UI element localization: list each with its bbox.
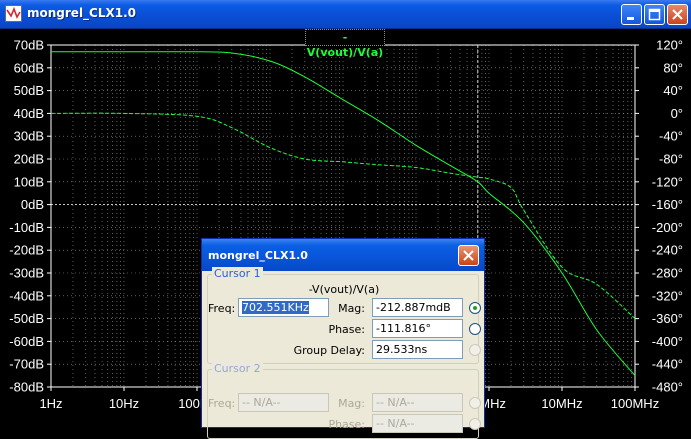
cursor-dialog[interactable]: mongrel_CLX1.0 Cursor 1 -V(vout)/V(a) Fr…: [201, 238, 485, 439]
y-right-tick-label: -440°: [652, 357, 683, 372]
y-left-tick-label: 70dB: [14, 38, 44, 53]
y-left-tick-label: 40dB: [14, 106, 44, 121]
y-left-tick-label: 20dB: [14, 152, 44, 167]
phase-label: Phase:: [328, 323, 365, 336]
x-tick-label: 1Hz: [39, 396, 62, 411]
y-right-tick-label: -240°: [652, 243, 683, 258]
y-left-tick-label: -70dB: [9, 357, 44, 372]
y-right-tick-label: -160°: [652, 197, 683, 212]
mag-label: Mag:: [338, 302, 365, 315]
cursor-2-freq-label: Freq:: [208, 397, 236, 410]
x-tick-label: 100MHz: [611, 396, 659, 411]
cursor-1-trace: -V(vout)/V(a): [308, 283, 380, 296]
cursor-1-title: Cursor 1: [212, 267, 263, 280]
cursor-2-group: Cursor 2 Freq: -- N/A-- Mag: -- N/A-- Ph…: [207, 362, 481, 439]
app-icon: [5, 5, 22, 22]
y-left-tick-label: -10dB: [9, 220, 44, 235]
y-right-tick-label: -280°: [652, 266, 683, 281]
y-right-tick-label: -320°: [652, 288, 683, 303]
window-titlebar[interactable]: mongrel_CLX1.0: [0, 0, 691, 29]
cursor-2-mag-field[interactable]: -- N/A--: [372, 393, 463, 412]
y-right-tick-label: 120°: [656, 38, 683, 53]
cursor-2-title: Cursor 2: [212, 362, 263, 375]
cursor-1-phase-radio[interactable]: [469, 323, 481, 335]
cursor-1-freq-value: 702.551KHz: [242, 301, 309, 314]
y-right-tick-label: 0°: [671, 106, 683, 121]
y-left-tick-label: -30dB: [9, 266, 44, 281]
cursor-1-group-delay-radio[interactable]: [469, 344, 481, 356]
y-left-tick-label: -20dB: [9, 243, 44, 258]
dialog-close-button[interactable]: [458, 245, 479, 266]
y-right-tick-label: -480°: [652, 380, 683, 395]
cursor-2-phase-radio[interactable]: [469, 418, 481, 430]
cursor-2-mag-label: Mag:: [338, 397, 365, 410]
cursor-2-mag-radio[interactable]: [469, 397, 481, 409]
y-left-tick-label: 50dB: [14, 83, 44, 98]
y-right-tick-label: -120°: [652, 174, 683, 189]
y-right-tick-label: -360°: [652, 311, 683, 326]
y-left-tick-label: -60dB: [9, 334, 44, 349]
close-icon: [463, 250, 474, 261]
y-right-tick-label: 80°: [663, 60, 683, 75]
x-tick-label: 10Hz: [109, 396, 139, 411]
y-left-tick-label: 60dB: [14, 60, 44, 75]
maximize-button[interactable]: [644, 4, 665, 25]
window-title: mongrel_CLX1.0: [27, 6, 137, 20]
y-left-tick-label: 10dB: [14, 174, 44, 189]
y-right-tick-label: -80°: [659, 152, 683, 167]
dialog-title: mongrel_CLX1.0: [208, 249, 308, 262]
y-left-tick-label: -40dB: [9, 288, 44, 303]
group-delay-label: Group Delay:: [293, 344, 365, 357]
maximize-icon: [648, 8, 661, 21]
cursor-1-freq-field[interactable]: 702.551KHz: [238, 298, 329, 317]
minimize-icon: [627, 17, 634, 20]
trace-label[interactable]: -V(vout)/V(a): [305, 29, 385, 59]
y-left-tick-label: 0dB: [21, 197, 44, 212]
y-right-tick-label: -400°: [652, 334, 683, 349]
cursor-1-group: Cursor 1 -V(vout)/V(a) Freq: 702.551KHz …: [207, 267, 481, 364]
cursor-1-mag-field[interactable]: -212.887mdB: [372, 298, 463, 317]
y-right-tick-label: -40°: [659, 129, 683, 144]
y-left-tick-label: -80dB: [9, 380, 44, 395]
y-right-tick-label: -200°: [652, 220, 683, 235]
y-left-tick-label: 30dB: [14, 129, 44, 144]
cursor-2-phase-field[interactable]: -- N/A--: [372, 414, 463, 433]
cursor-1-phase-field[interactable]: -111.816°: [372, 319, 463, 338]
y-left-tick-label: -50dB: [9, 311, 44, 326]
minimize-button[interactable]: [621, 4, 642, 25]
cursor-2-freq-field[interactable]: -- N/A--: [238, 393, 329, 412]
close-button[interactable]: [667, 4, 688, 25]
y-right-tick-label: 40°: [663, 83, 683, 98]
close-icon: [672, 9, 683, 20]
cursor-2-phase-label: Phase:: [328, 418, 365, 431]
cursor-1-group-delay-field[interactable]: 29.533ns: [372, 340, 463, 359]
freq-label: Freq:: [208, 302, 236, 315]
cursor-1-mag-radio[interactable]: [469, 302, 481, 314]
x-tick-label: 10MHz: [541, 396, 582, 411]
